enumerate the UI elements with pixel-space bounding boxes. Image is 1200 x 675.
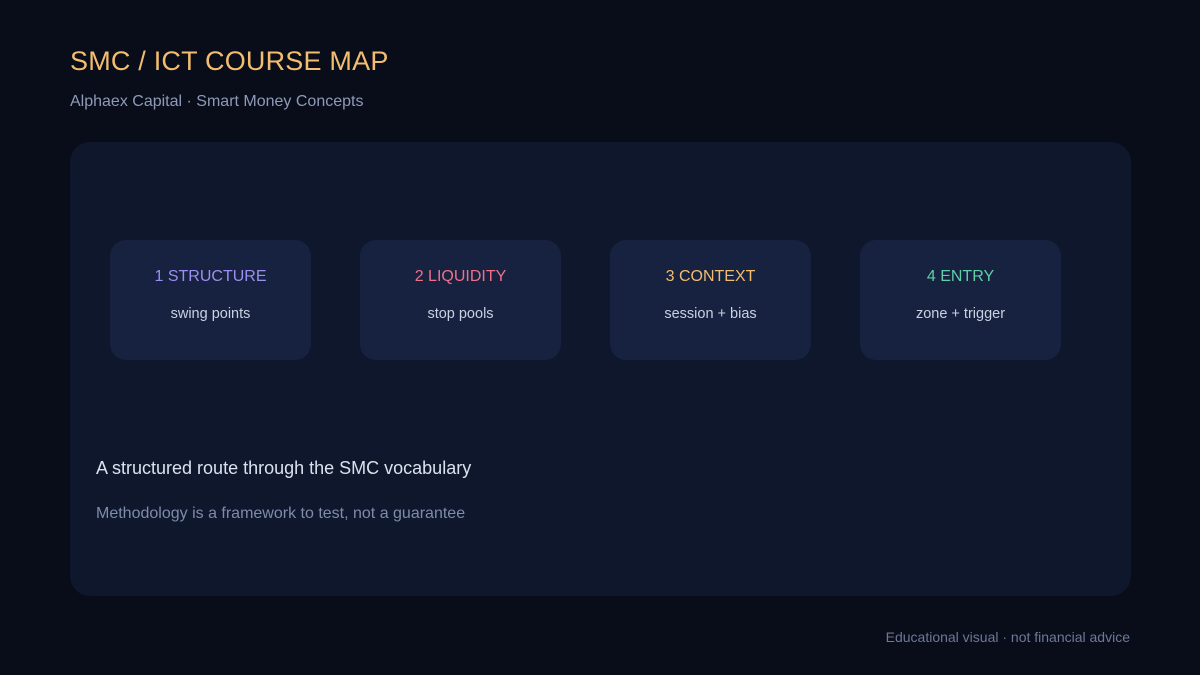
footer-disclaimer: Educational visual · not financial advic… [885, 629, 1130, 645]
panel-note: Methodology is a framework to test, not … [96, 505, 466, 522]
page-subtitle: Alphaex Capital · Smart Money Concepts [70, 93, 364, 110]
step-description-context: session + bias [664, 306, 757, 322]
step-card-structure: 1 STRUCTURE swing points [110, 240, 311, 360]
step-label-liquidity: 2 LIQUIDITY [414, 268, 507, 285]
step-card-context: 3 CONTEXT session + bias [610, 240, 811, 360]
step-label-context: 3 CONTEXT [665, 268, 756, 285]
step-card-entry: 4 ENTRY zone + trigger [860, 240, 1061, 360]
step-description-structure: swing points [170, 306, 251, 322]
step-label-entry: 4 ENTRY [926, 268, 995, 285]
page-title: SMC / ICT COURSE MAP [70, 46, 389, 76]
panel-heading: A structured route through the SMC vocab… [96, 458, 472, 478]
step-description-liquidity: stop pools [427, 306, 494, 322]
step-description-entry: zone + trigger [915, 306, 1006, 322]
step-card-liquidity: 2 LIQUIDITY stop pools [360, 240, 561, 360]
step-label-structure: 1 STRUCTURE [154, 268, 267, 285]
course-map-panel: 1 STRUCTURE swing points 2 LIQUIDITY sto… [70, 142, 1131, 596]
